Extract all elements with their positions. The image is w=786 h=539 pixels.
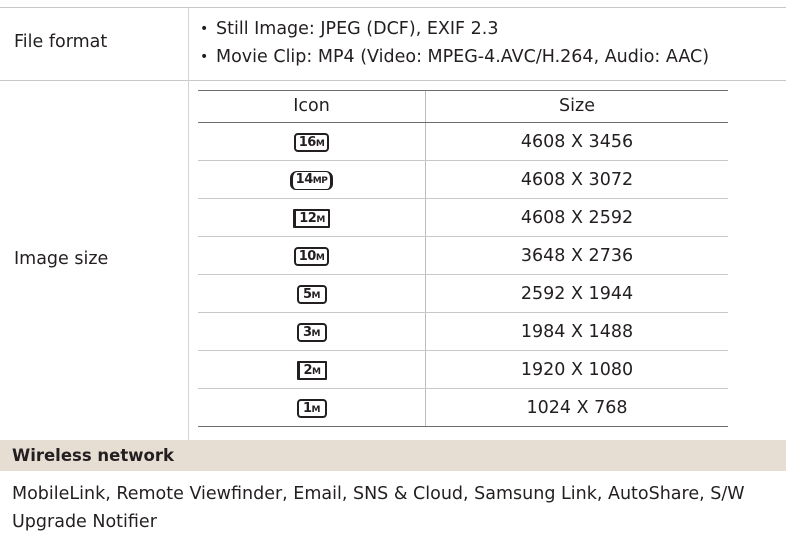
table-row: 3M 1984 X 1488 (198, 313, 728, 351)
1m-icon: 1M (296, 398, 327, 418)
file-format-label: File format (14, 32, 108, 52)
header-icon: Icon (293, 96, 330, 116)
table-row: 2M 1920 X 1080 (198, 351, 728, 389)
14m-p-icon: 14MP (289, 170, 334, 190)
table-row: 14MP 4608 X 3072 (198, 161, 728, 199)
size-value: 1024 X 768 (526, 398, 628, 418)
table-row: 1M 1024 X 768 (198, 389, 728, 427)
table-row: 12M 4608 X 2592 (198, 199, 728, 237)
column-divider (188, 8, 189, 440)
size-value: 4608 X 3072 (520, 170, 634, 190)
3m-icon: 3M (296, 322, 327, 342)
table-row: 16M 4608 X 3456 (198, 123, 728, 161)
size-value: 2592 X 1944 (520, 284, 634, 304)
size-value: 3648 X 2736 (520, 246, 634, 266)
2m-icon: 2M (296, 360, 327, 380)
size-value: 4608 X 3456 (520, 132, 634, 152)
image-size-label: Image size (14, 249, 109, 269)
wireless-network-header: Wireless network (0, 440, 786, 471)
bullet-icon: • (200, 49, 209, 65)
10m-icon: 10M (293, 246, 330, 266)
table-row: 5M 2592 X 1944 (198, 275, 728, 313)
16m-icon: 16M (293, 132, 330, 152)
file-format-list: • Still Image: JPEG (DCF), EXIF 2.3 • Movi… (198, 8, 709, 71)
file-format-item: • Movie Clip: MP4 (Video: MPEG-4.AVC/H.26… (198, 43, 709, 71)
wireless-network-title: Wireless network (12, 446, 174, 465)
row-divider (0, 80, 786, 81)
size-value: 4608 X 2592 (520, 208, 634, 228)
5m-icon: 5M (296, 284, 327, 304)
size-table-header: Icon Size (198, 90, 728, 123)
wireless-network-description: MobileLink, Remote Viewfinder, Email, SN… (12, 484, 745, 532)
size-value: 1984 X 1488 (520, 322, 634, 342)
header-size: Size (559, 96, 595, 116)
size-value: 1920 X 1080 (520, 360, 634, 380)
12m-icon: 12M (293, 208, 330, 228)
table-row: 10M 3648 X 2736 (198, 237, 728, 275)
bullet-icon: • (200, 21, 209, 37)
file-format-item: • Still Image: JPEG (DCF), EXIF 2.3 (198, 15, 709, 43)
